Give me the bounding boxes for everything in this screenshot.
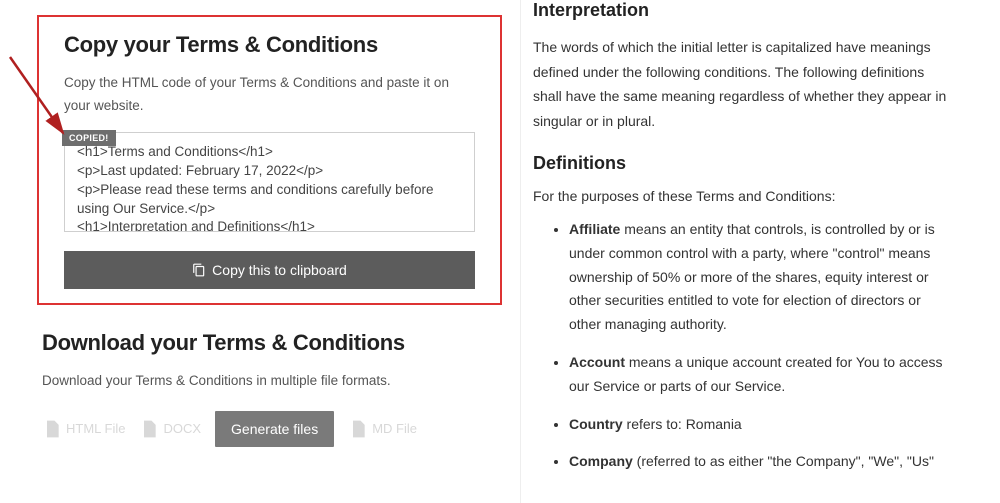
file-icon [42, 418, 62, 440]
definition-item: Account means a unique account created f… [569, 351, 950, 399]
definition-item: Affiliate means an entity that controls,… [569, 218, 950, 337]
download-section: Download your Terms & Conditions Downloa… [42, 330, 482, 447]
format-label: HTML File [66, 421, 125, 436]
format-docx: DOCX [139, 418, 201, 440]
generate-files-button[interactable]: Generate files [215, 411, 334, 447]
definition-item: Country refers to: Romania [569, 413, 950, 437]
copy-to-clipboard-button[interactable]: Copy this to clipboard [64, 251, 475, 289]
copy-section-subtitle: Copy the HTML code of your Terms & Condi… [64, 72, 475, 118]
copy-icon [192, 263, 206, 277]
download-section-title: Download your Terms & Conditions [42, 330, 482, 356]
terms-preview-panel: Interpretation The words of which the in… [520, 0, 980, 503]
copy-section-highlight: Copy your Terms & Conditions Copy the HT… [37, 15, 502, 305]
copied-badge: COPIED! [62, 130, 116, 146]
definitions-intro: For the purposes of these Terms and Cond… [533, 188, 950, 204]
interpretation-heading: Interpretation [533, 0, 950, 21]
format-md: MD File [348, 418, 417, 440]
format-label: DOCX [163, 421, 201, 436]
format-html: HTML File [42, 418, 125, 440]
format-label: MD File [372, 421, 417, 436]
code-textarea[interactable] [64, 132, 475, 232]
copy-button-label: Copy this to clipboard [212, 262, 347, 278]
download-section-subtitle: Download your Terms & Conditions in mult… [42, 370, 482, 393]
definitions-heading: Definitions [533, 153, 950, 174]
copy-section-title: Copy your Terms & Conditions [64, 32, 475, 58]
interpretation-body: The words of which the initial letter is… [533, 35, 950, 133]
definitions-list: Affiliate means an entity that controls,… [533, 218, 950, 474]
file-icon [348, 418, 368, 440]
file-icon [139, 418, 159, 440]
definition-item: Company (referred to as either "the Comp… [569, 450, 950, 474]
